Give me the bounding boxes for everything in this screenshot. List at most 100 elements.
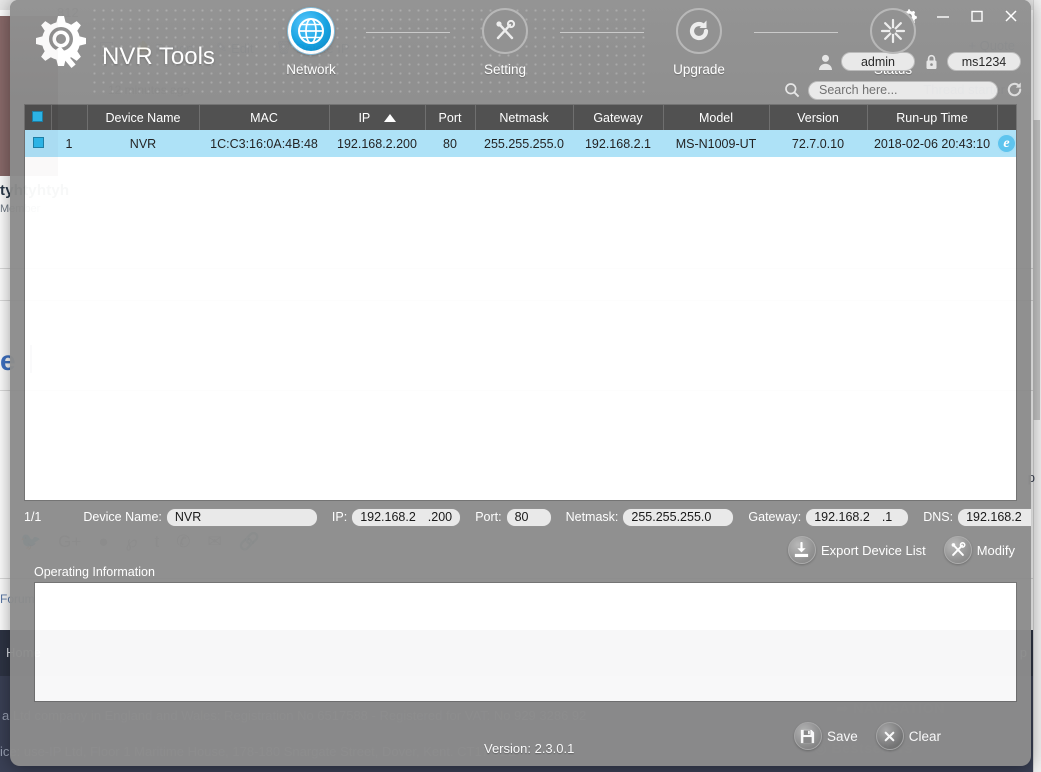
select-all-header[interactable] — [25, 105, 51, 130]
device-table-header-row: Device Name MAC IP Port Netmask Gateway … — [25, 105, 1016, 130]
index-header — [51, 105, 87, 130]
internet-explorer-icon[interactable]: e — [997, 134, 1016, 153]
search-input[interactable]: Search here... — [808, 81, 998, 100]
gear-magnifier-logo-icon — [24, 10, 96, 82]
lock-icon — [922, 53, 940, 71]
sort-ascending-icon — [384, 114, 396, 122]
gateway-suffix[interactable]: .1 — [882, 510, 892, 524]
step-upgrade[interactable]: Upgrade — [644, 8, 754, 77]
close-icon[interactable] — [1001, 6, 1021, 26]
ip-prefix[interactable]: 192.168.2 — [360, 510, 416, 524]
row-runup-time: 2018-02-06 20:43:10 — [867, 130, 997, 157]
ip-header[interactable]: IP — [329, 105, 425, 130]
model-header[interactable]: Model — [663, 105, 769, 130]
device-table-container: Device Name MAC IP Port Netmask Gateway … — [24, 104, 1017, 501]
save-button[interactable]: Save — [794, 722, 858, 750]
device-name-group: Device Name: NVR — [83, 508, 318, 527]
dns-input[interactable]: 192.168.2 .1 — [957, 508, 1031, 527]
select-all-checkbox[interactable] — [32, 111, 43, 122]
step-connector-2 — [560, 32, 644, 33]
device-table-header: Device Name MAC IP Port Netmask Gateway … — [25, 105, 1016, 130]
save-label: Save — [827, 729, 858, 744]
user-icon — [816, 53, 834, 71]
device-table: Device Name MAC IP Port Netmask Gateway … — [25, 105, 1016, 157]
device-edit-form: 1/1 Device Name: NVR IP: 192.168.2 .200 … — [24, 505, 1017, 529]
search-icon — [783, 81, 801, 99]
device-name-input[interactable]: NVR — [166, 508, 318, 527]
step-connector-1 — [366, 32, 450, 33]
step-network-label: Network — [286, 62, 336, 77]
username-field[interactable]: admin — [841, 52, 915, 71]
version-header[interactable]: Version — [769, 105, 867, 130]
dns-prefix[interactable]: 192.168.2 — [966, 510, 1022, 524]
row-model: MS-N1009-UT — [663, 130, 769, 157]
netmask-group: Netmask: 255.255.255.0 — [566, 508, 735, 527]
netmask-input[interactable]: 255.255.255.0 — [622, 508, 734, 527]
ip-suffix[interactable]: .200 — [428, 510, 452, 524]
operating-information-box[interactable] — [34, 582, 1017, 702]
clear-label: Clear — [909, 729, 941, 744]
ip-group: IP: 192.168.2 .200 — [332, 508, 461, 527]
starburst-icon — [870, 8, 916, 54]
operating-information-label: Operating Information — [34, 565, 155, 579]
browser-link-header — [997, 105, 1016, 130]
window-header: NVR Tools Network — [10, 0, 1031, 100]
page-count: 1/1 — [24, 510, 41, 524]
password-field[interactable]: ms1234 — [947, 52, 1021, 71]
row-version: 72.7.0.10 — [769, 130, 867, 157]
export-device-list-button[interactable]: Export Device List — [788, 536, 926, 564]
app-brand: NVR Tools — [24, 10, 215, 82]
gateway-label: Gateway: — [748, 510, 801, 524]
refresh-circle-icon[interactable] — [1005, 80, 1025, 100]
export-device-list-label: Export Device List — [821, 543, 926, 558]
port-input[interactable]: 80 — [506, 508, 552, 527]
tools-icon — [482, 8, 528, 54]
clear-button[interactable]: Clear — [876, 722, 941, 750]
step-connector-3 — [754, 32, 838, 33]
device-table-body: 1 NVR 1C:C3:16:0A:4B:48 192.168.2.200 80… — [25, 130, 1016, 157]
ip-label: IP: — [332, 510, 347, 524]
step-network[interactable]: Network — [256, 8, 366, 77]
gateway-prefix[interactable]: 192.168.2 — [814, 510, 870, 524]
modify-button[interactable]: Modify — [944, 536, 1015, 564]
save-icon — [794, 722, 822, 750]
dns-group: DNS: 192.168.2 .1 — [923, 508, 1031, 527]
mac-header[interactable]: MAC — [199, 105, 329, 130]
minimize-icon[interactable] — [933, 6, 953, 26]
step-upgrade-label: Upgrade — [673, 62, 725, 77]
row-checkbox[interactable] — [33, 137, 44, 148]
dns-label: DNS: — [923, 510, 953, 524]
row-index: 1 — [51, 130, 87, 157]
bg-scrollbar-thumb[interactable] — [1033, 120, 1040, 420]
gateway-group: Gateway: 192.168.2 .1 — [748, 508, 909, 527]
gateway-input[interactable]: 192.168.2 .1 — [805, 508, 909, 527]
row-ip: 192.168.2.200 — [329, 130, 425, 157]
device-name-header[interactable]: Device Name — [87, 105, 199, 130]
refresh-icon — [676, 8, 722, 54]
tools-icon — [944, 536, 972, 564]
row-gateway: 192.168.2.1 — [573, 130, 663, 157]
row-port: 80 — [425, 130, 475, 157]
gateway-header[interactable]: Gateway — [573, 105, 663, 130]
bottom-buttons-row: Save Clear — [794, 722, 941, 750]
table-row[interactable]: 1 NVR 1C:C3:16:0A:4B:48 192.168.2.200 80… — [25, 130, 1016, 157]
clear-icon — [876, 722, 904, 750]
download-icon — [788, 536, 816, 564]
step-setting[interactable]: Setting — [450, 8, 560, 77]
port-header[interactable]: Port — [425, 105, 475, 130]
device-name-label: Device Name: — [83, 510, 162, 524]
row-select-cell[interactable] — [25, 130, 51, 157]
modify-label: Modify — [977, 543, 1015, 558]
row-browser-cell[interactable]: e — [997, 130, 1016, 157]
maximize-icon[interactable] — [967, 6, 987, 26]
globe-icon — [288, 8, 334, 54]
port-group: Port: 80 — [475, 508, 551, 527]
row-netmask: 255.255.255.0 — [475, 130, 573, 157]
step-setting-label: Setting — [484, 62, 526, 77]
app-title: NVR Tools — [102, 43, 215, 71]
netmask-header[interactable]: Netmask — [475, 105, 573, 130]
nvr-tools-window: NVR Tools Network — [10, 0, 1031, 766]
action-buttons-row: Export Device List Modify — [788, 536, 1015, 564]
ip-input[interactable]: 192.168.2 .200 — [351, 508, 461, 527]
runup-time-header[interactable]: Run-up Time — [867, 105, 997, 130]
